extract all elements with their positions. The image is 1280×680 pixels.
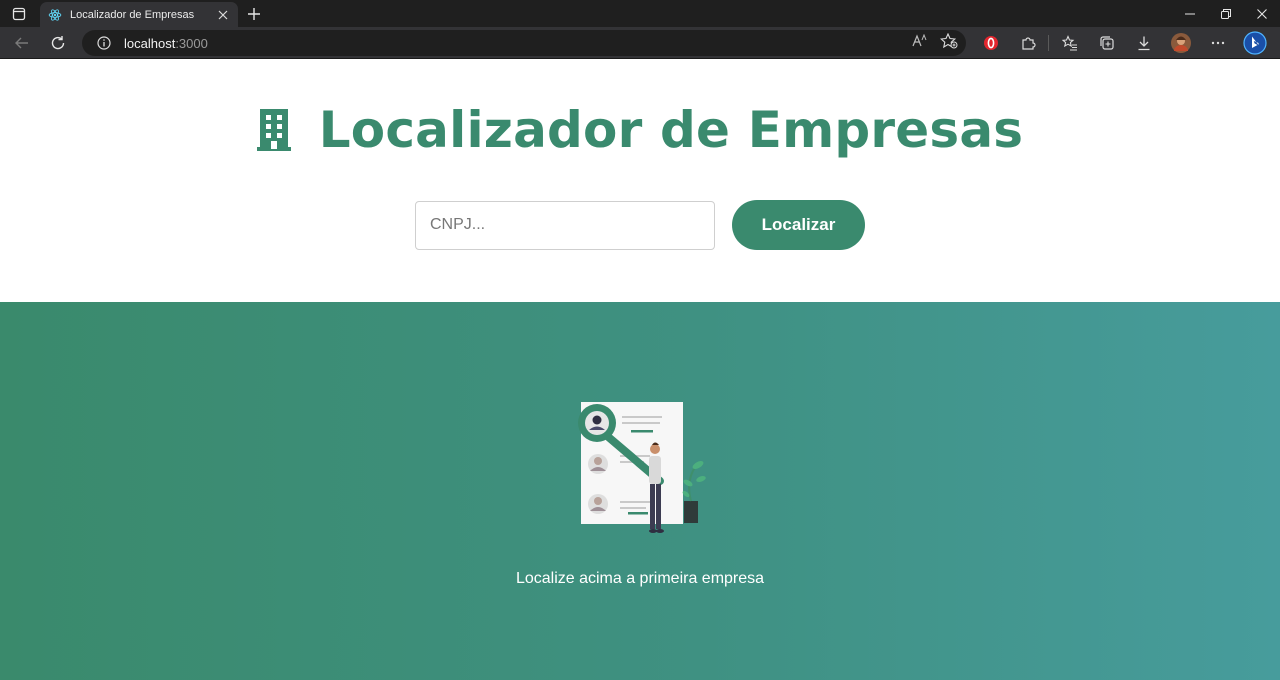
localizar-button[interactable]: Localizar [732,200,865,250]
downloads-button[interactable] [1125,27,1162,59]
toolbar-separator [1048,35,1049,51]
extensions-button[interactable] [1009,27,1046,59]
search-form: Localizar [415,200,865,250]
favorites-list-icon [1061,35,1077,51]
refresh-icon [51,35,65,49]
back-button[interactable] [4,27,40,59]
download-icon [1138,36,1149,51]
page-title: Localizador de Empresas [318,101,1024,159]
collections-button[interactable] [1088,27,1125,59]
read-aloud-icon[interactable] [912,33,928,53]
results-panel: Localize acima a primeira empresa [0,302,1280,680]
extensions-area [972,27,1273,59]
browser-tab-active[interactable]: Localizador de Empresas [40,2,238,27]
react-icon [48,8,62,22]
more-horizontal-icon [1211,41,1224,45]
page-content: Localizador de Empresas Localizar [0,59,1280,680]
puzzle-icon [1021,37,1036,50]
search-people-illustration [578,402,706,533]
tab-title: Localizador de Empresas [70,8,195,21]
profile-button[interactable] [1162,27,1199,59]
tab-actions-icon [12,7,26,20]
opera-extension-icon [983,36,998,50]
building-icon [256,109,291,151]
more-button[interactable] [1199,27,1236,59]
restore-button[interactable] [1208,0,1244,27]
tab-actions-button[interactable] [0,0,38,27]
bing-copilot-button[interactable] [1236,27,1273,59]
title-row: Localizador de Empresas [0,101,1280,159]
close-tab-icon[interactable] [216,8,230,22]
cnpj-input[interactable] [415,200,715,250]
arrow-left-icon [15,37,28,48]
plus-icon [248,8,260,20]
favorites-button[interactable] [1051,27,1088,59]
minimize-button[interactable] [1172,0,1208,27]
bing-icon [1242,31,1267,55]
avatar [1170,33,1191,53]
new-tab-button[interactable] [243,3,265,25]
info-icon[interactable] [96,35,112,51]
collections-icon [1099,36,1114,50]
address-bar[interactable]: localhost:3000 [82,30,966,56]
search-hero: Localizador de Empresas Localizar [0,59,1280,302]
restore-icon [1221,8,1231,19]
refresh-button[interactable] [40,27,76,59]
minimize-icon [1185,13,1195,14]
extension-opera-button[interactable] [972,27,1009,59]
browser-toolbar: localhost:3000 [0,27,1280,59]
empty-state-message: Localize acima a primeira empresa [515,570,765,587]
url-host: localhost [124,35,176,51]
close-window-button[interactable] [1244,0,1280,27]
url-port: :3000 [175,35,208,51]
close-icon [1257,8,1267,19]
window-controls [1172,0,1280,27]
favorite-star-icon[interactable] [939,32,958,54]
